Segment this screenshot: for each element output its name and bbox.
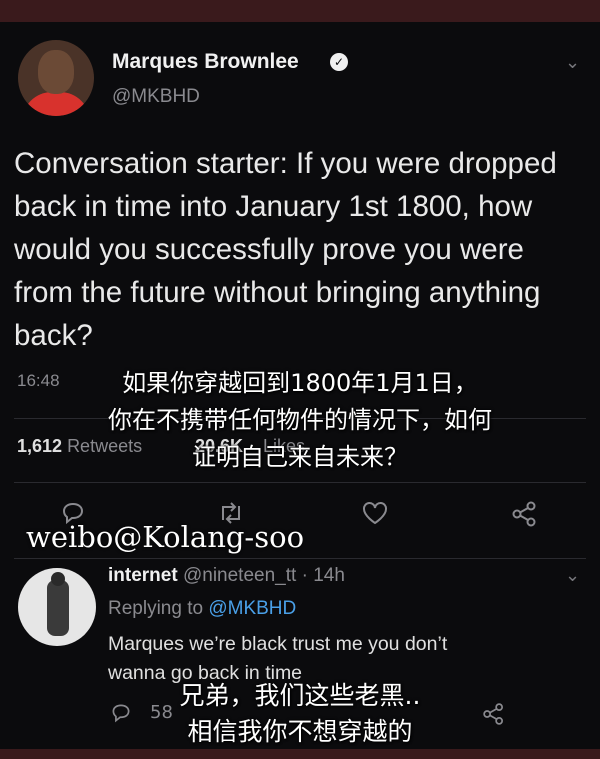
replying-to-mention[interactable]: @MKBHD [208, 598, 296, 619]
reply-header: internet @nineteen_tt · 14h [108, 565, 345, 587]
avatar-shirt [22, 92, 90, 116]
reply-author-name[interactable]: internet [108, 565, 178, 586]
divider [14, 482, 586, 483]
share-icon[interactable] [510, 500, 540, 530]
divider [14, 558, 586, 559]
subtitle-bottom-line2: 相信我你不想穿越的 [187, 717, 413, 746]
avatar-head [51, 572, 65, 586]
avatar-face [38, 50, 74, 94]
heart-icon[interactable] [360, 500, 390, 530]
chevron-down-icon[interactable]: ⌄ [565, 52, 580, 73]
top-frame-bar [0, 0, 600, 22]
author-avatar[interactable] [18, 40, 94, 116]
author-handle[interactable]: @MKBHD [112, 86, 200, 108]
replying-to-label: Replying to [108, 598, 209, 619]
chevron-down-icon[interactable]: ⌄ [565, 565, 580, 586]
bottom-frame-bar [0, 749, 600, 759]
subtitle-top-line3: 证明自己来自未来？ [192, 443, 408, 471]
subtitle-bottom-line1: 兄弟，我们这些老黑.. [179, 681, 421, 710]
verified-badge-icon: ✓ [330, 53, 348, 71]
watermark-text: weibo@Kolang-soo [26, 520, 305, 554]
subtitle-top-line1: 如果你穿越回到1800年1月1日， [122, 369, 478, 397]
reply-separator: · [296, 565, 314, 586]
tweet-text: Conversation starter: If you were droppe… [14, 147, 557, 352]
reply-avatar[interactable] [18, 568, 96, 646]
replying-to: Replying to @MKBHD [108, 598, 296, 620]
reply-author-handle[interactable]: @nineteen_tt [183, 565, 296, 586]
author-name[interactable]: Marques Brownlee [112, 50, 299, 74]
subtitle-top-line2: 你在不携带任何物件的情况下，如何 [108, 406, 492, 434]
reply-text-line1: Marques we’re black trust me you don’t [108, 633, 448, 655]
reply-time[interactable]: 14h [313, 565, 345, 586]
main-tweet: Marques Brownlee ✓ @MKBHD ⌄ Conversation… [0, 22, 600, 562]
avatar-figure [47, 580, 69, 636]
